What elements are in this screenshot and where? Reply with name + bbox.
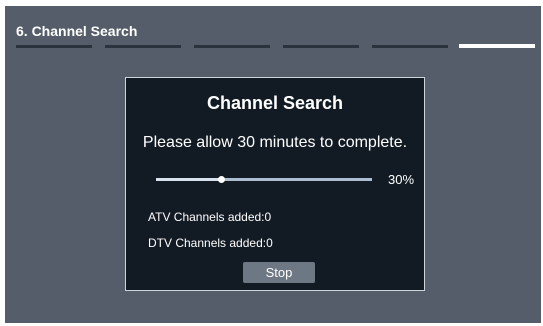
step-title: 6. Channel Search	[16, 23, 138, 39]
progress-percent: 30%	[388, 172, 415, 187]
search-progress-bar	[156, 176, 372, 183]
step-bar-5	[372, 45, 448, 48]
step-bar-3	[194, 45, 270, 48]
dialog-message: Please allow 30 minutes to complete.	[142, 134, 408, 151]
search-progress-indicator	[217, 176, 225, 183]
step-bar-1	[16, 45, 92, 48]
step-bar-4	[283, 45, 359, 48]
step-bar-6-active	[459, 44, 535, 48]
atv-channels-added: ATV Channels added:0	[148, 210, 272, 224]
step-bar-2	[105, 45, 181, 48]
dialog-title: Channel Search	[206, 93, 344, 113]
stop-button[interactable]: Stop	[243, 262, 315, 283]
channel-search-dialog: Channel Search Please allow 30 minutes t…	[125, 77, 425, 291]
setup-screen: 6. Channel Search Channel Search Please …	[5, 6, 541, 323]
search-progress-fill	[156, 178, 221, 181]
dtv-channels-added: DTV Channels added:0	[148, 236, 273, 250]
